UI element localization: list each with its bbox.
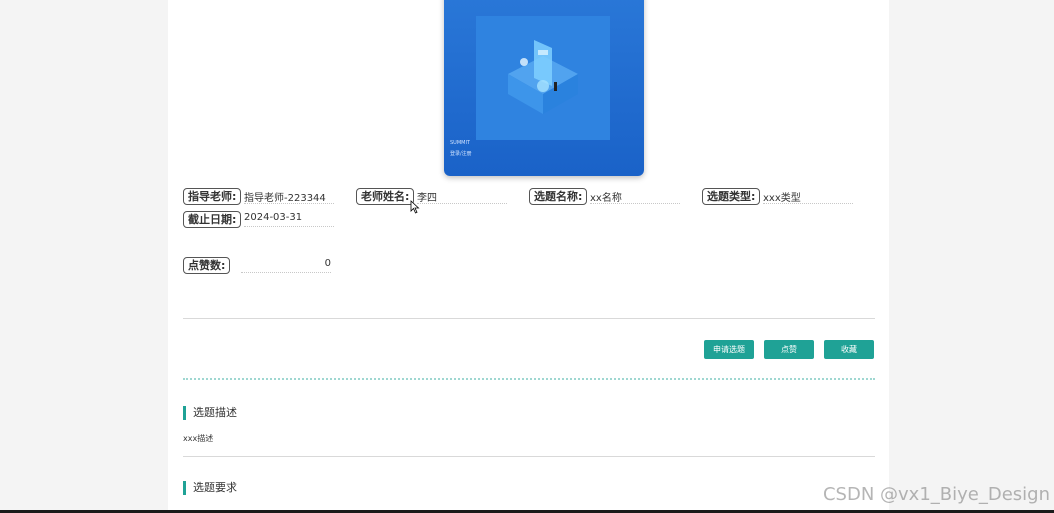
cover-caption-title: SUMMIT — [450, 140, 470, 146]
apply-topic-button[interactable]: 申请选题 — [704, 340, 754, 359]
topic-name-label: 选题名称: — [529, 188, 588, 205]
cover-caption-subtitle: 登录/注册 — [450, 151, 472, 157]
watermark: CSDN @vx1_Biye_Design — [822, 484, 1050, 505]
isometric-device-icon — [508, 40, 578, 114]
likes-label: 点赞数: — [183, 257, 231, 274]
teacher-name-value: 李四 — [417, 189, 507, 204]
topic-cover-image: SUMMIT 登录/注册 — [444, 0, 644, 176]
teacher-name-label: 老师姓名: — [356, 188, 415, 205]
likes-count: 0 — [241, 258, 331, 273]
requirements-section-title: 选题要求 — [183, 481, 237, 495]
favorite-button[interactable]: 收藏 — [824, 340, 874, 359]
deadline-label: 截止日期: — [183, 211, 242, 228]
topic-type-value: xxx类型 — [763, 189, 853, 204]
topic-type-label: 选题类型: — [702, 188, 761, 205]
teacher-value: 指导老师-223344 — [244, 189, 334, 204]
cover-illustration — [476, 16, 610, 140]
divider — [183, 318, 875, 319]
topic-name-value: xx名称 — [590, 189, 680, 204]
topic-detail-page: SUMMIT 登录/注册 指导老师: 指导老师-223344 老师姓名: 李四 … — [168, 0, 889, 513]
divider — [183, 456, 875, 457]
teacher-label: 指导老师: — [183, 188, 242, 205]
description-section-title: 选题描述 — [183, 406, 237, 420]
description-text: xxx描述 — [183, 434, 214, 443]
deadline-value: 2024-03-31 — [244, 212, 334, 227]
dotted-divider — [183, 378, 875, 380]
mouse-pointer-icon — [410, 200, 420, 214]
like-button[interactable]: 点赞 — [764, 340, 814, 359]
